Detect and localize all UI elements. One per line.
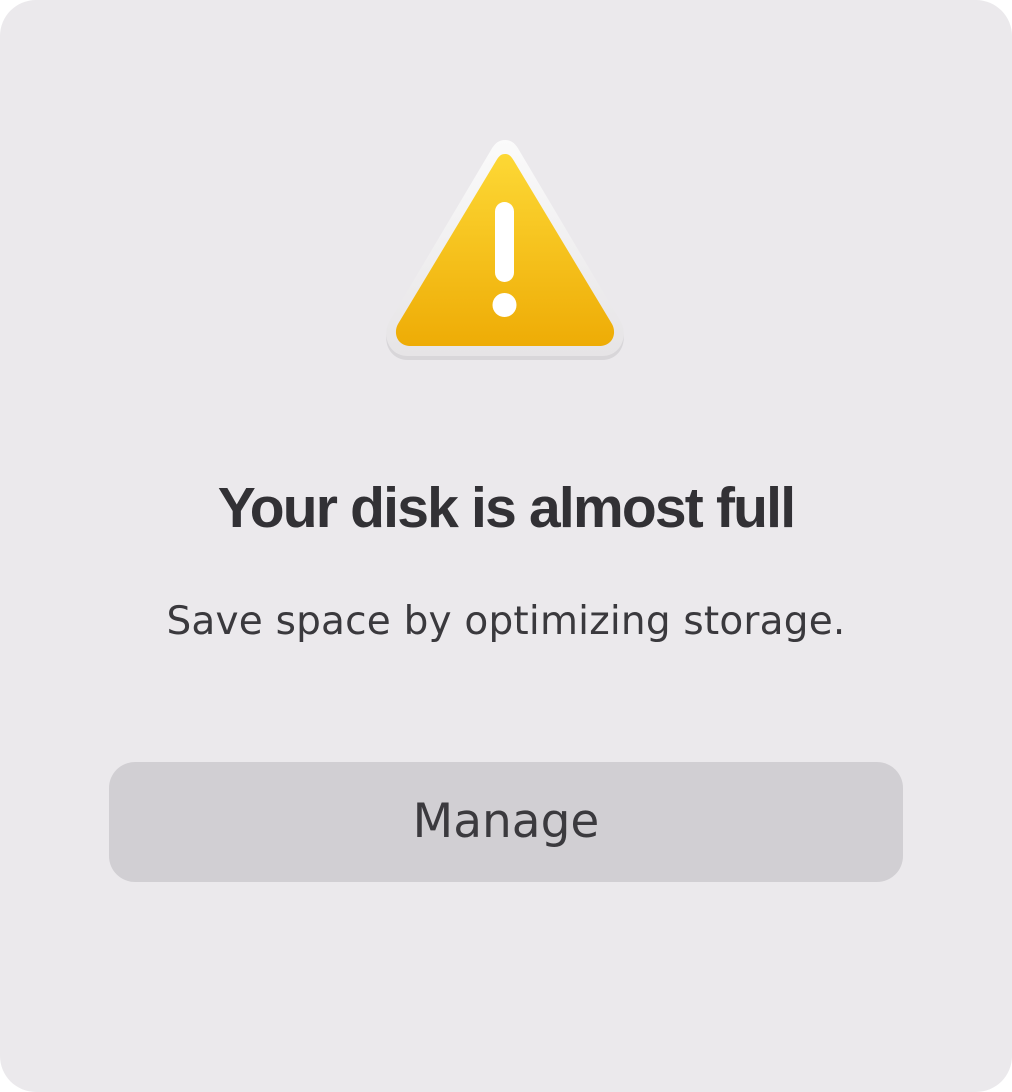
alert-message: Save space by optimizing storage. — [166, 599, 846, 644]
manage-button[interactable]: Manage — [109, 762, 903, 882]
alert-title: Your disk is almost full — [217, 476, 796, 540]
disk-full-alert-dialog: Your disk is almost full Save space by o… — [0, 0, 1012, 1092]
warning-triangle-icon — [376, 134, 634, 366]
